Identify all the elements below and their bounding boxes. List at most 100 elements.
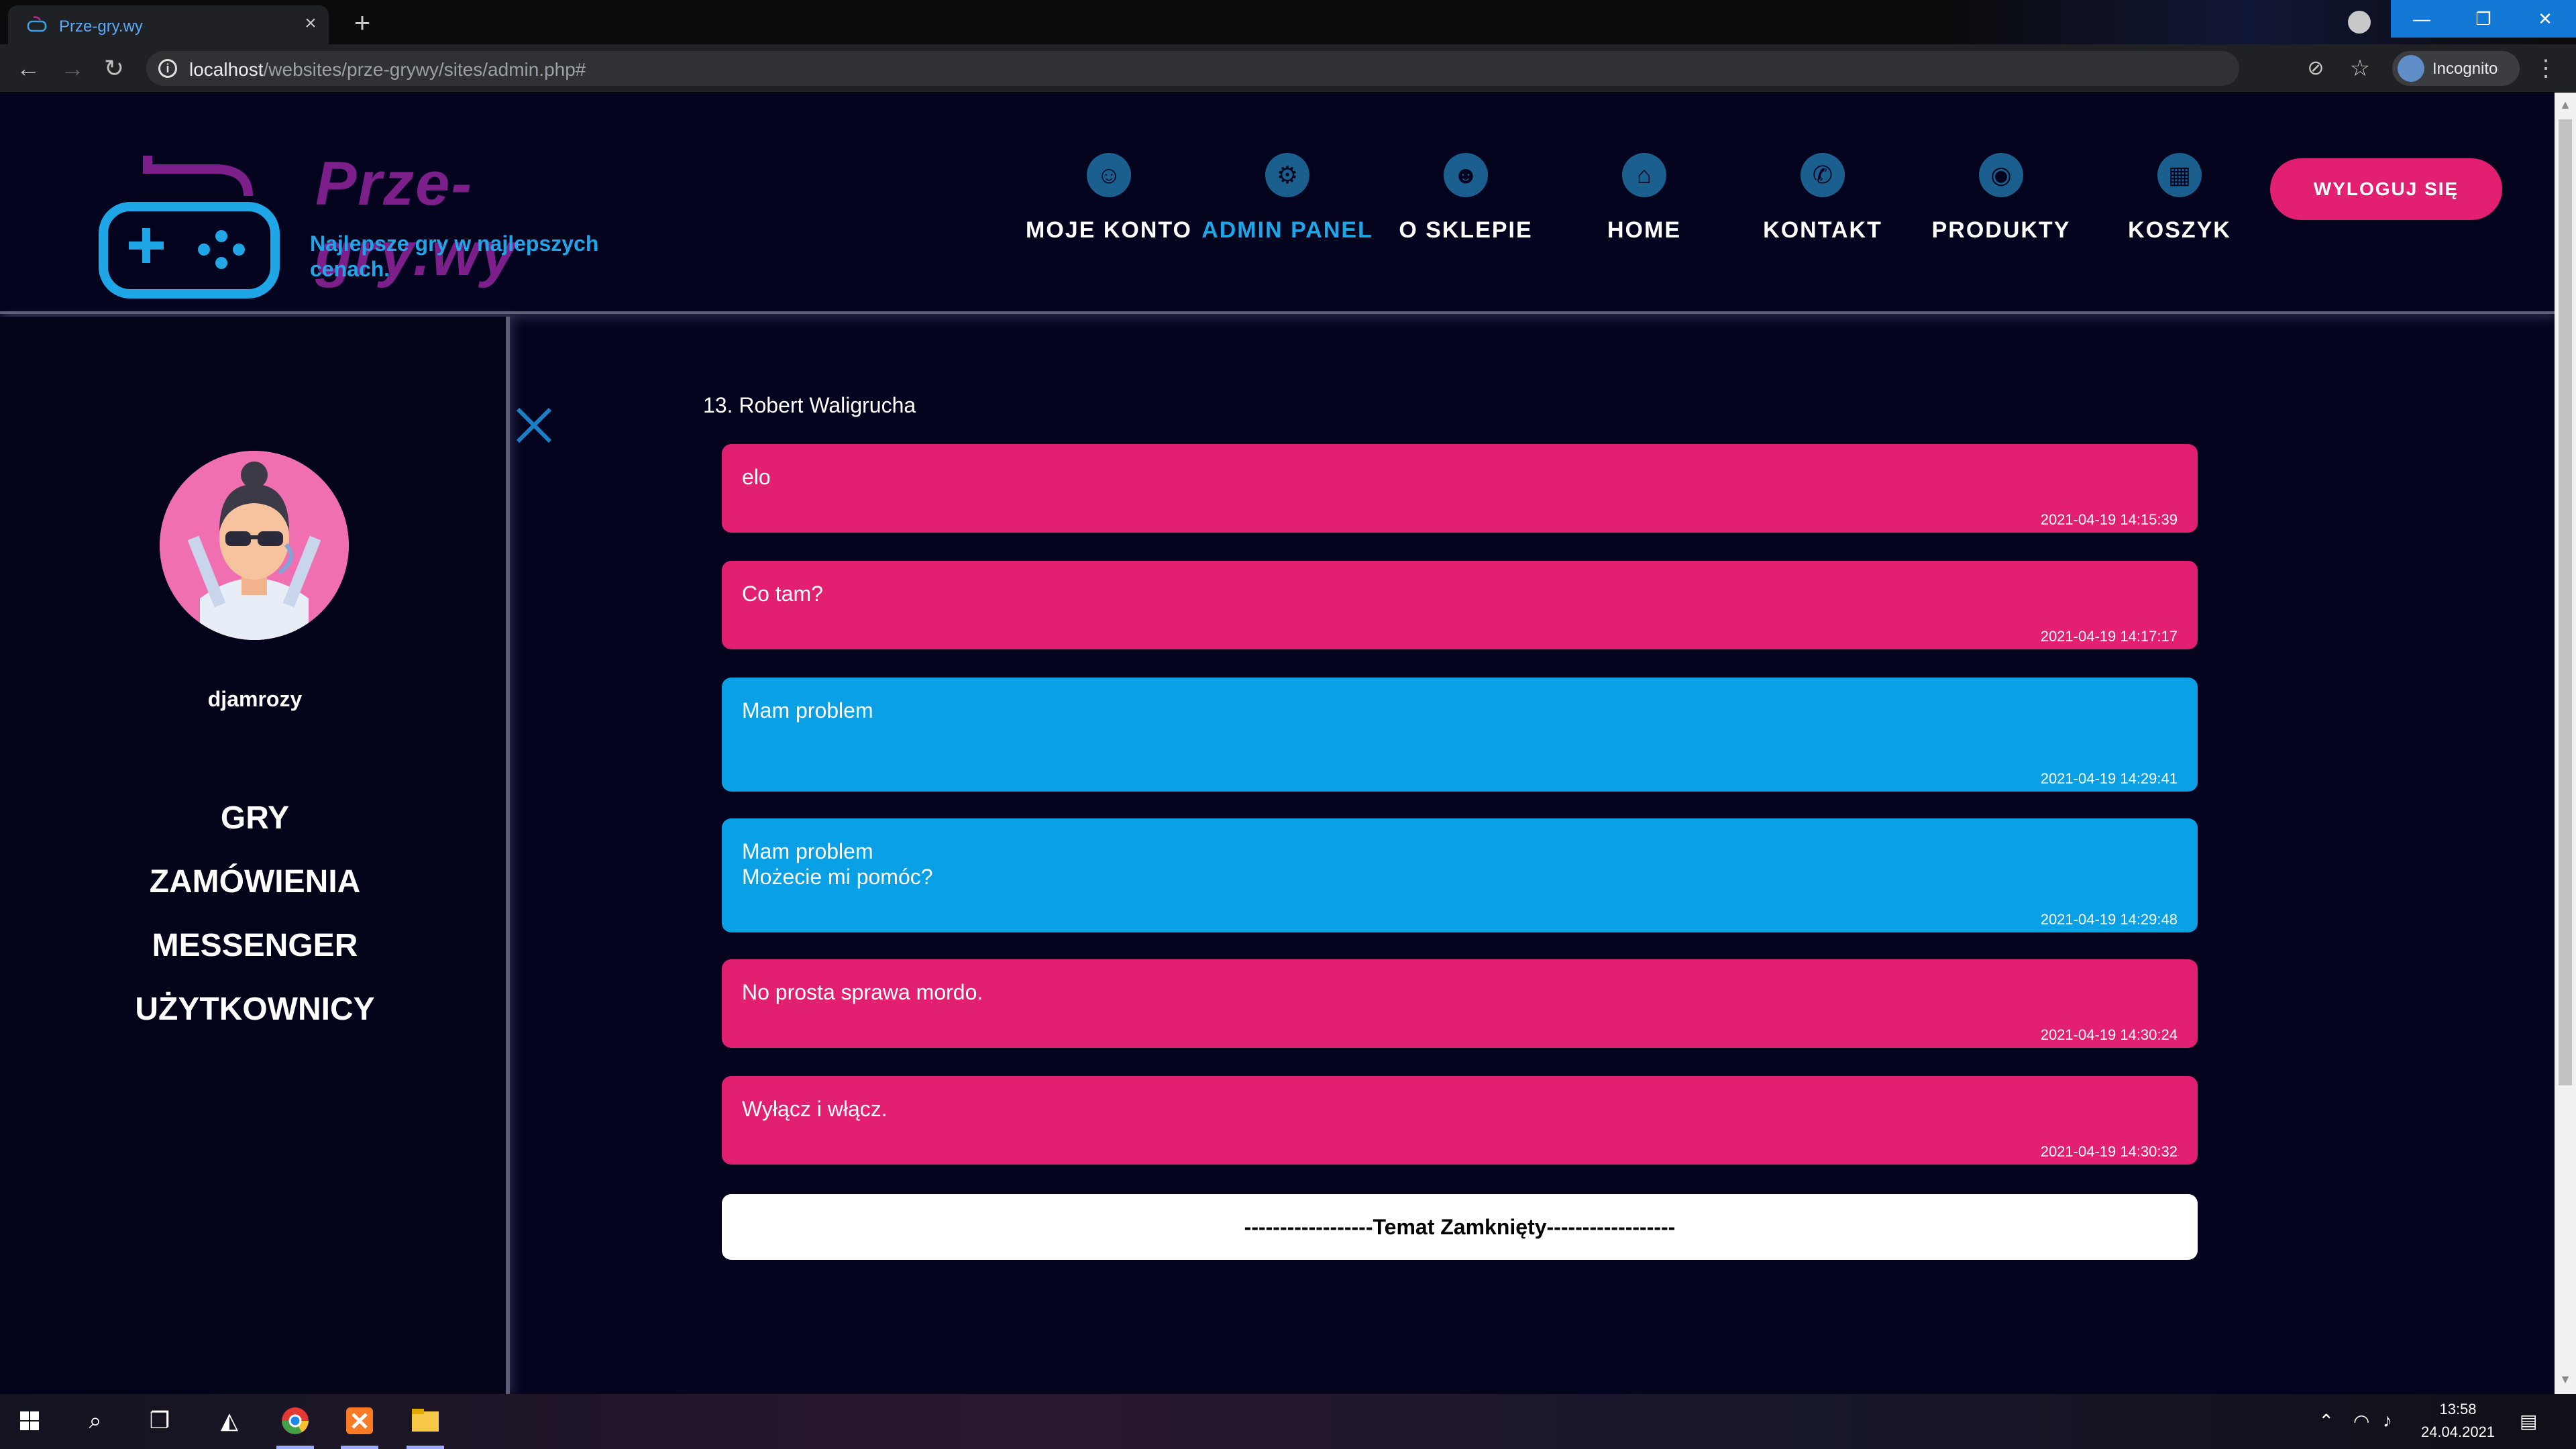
nav-label: HOME (1607, 217, 1681, 243)
admin-wrench-icon: ⚙ (1265, 153, 1309, 197)
explorer-active-indicator (407, 1446, 444, 1449)
nav-item-produkty[interactable]: ◉ PRODUKTY (1912, 153, 2090, 287)
message-timestamp: 2021-04-19 14:29:48 (2040, 911, 2178, 928)
gamepad-favicon-icon (27, 16, 47, 32)
clock-time[interactable]: 13:58 (2418, 1401, 2498, 1418)
chat-message: Mam problem Możecie mi pomóc? 2021-04-19… (722, 818, 2198, 932)
chrome-icon[interactable] (276, 1402, 314, 1440)
browser-address-bar: ← → ↻ i localhost/websites/prze-grywy/si… (0, 44, 2576, 93)
nav-item-admin-panel[interactable]: ⚙ ADMIN PANEL (1198, 153, 1377, 287)
admin-sidebar: djamrozy GRY ZAMÓWIENIA MESSENGER UŻYTKO… (0, 317, 510, 1394)
back-arrow-icon[interactable]: ← (15, 55, 42, 82)
message-timestamp: 2021-04-19 14:17:17 (2040, 628, 2178, 645)
incognito-icon (2398, 55, 2424, 82)
forward-arrow-icon[interactable]: → (59, 55, 86, 82)
message-text: Mam problem (742, 698, 873, 722)
url-host: localhost (189, 59, 264, 80)
site-logo[interactable]: Prze-gry.wy Najlepsze gry w najlepszych … (94, 115, 617, 310)
window-minimize-button[interactable]: — (2391, 0, 2453, 38)
message-text: Co tam? (742, 582, 823, 606)
url-path: /websites/prze-grywy/sites/admin.php# (263, 59, 586, 80)
incognito-label: Incognito (2432, 60, 2498, 78)
phone-icon: ✆ (1801, 153, 1845, 197)
chat-message: No prosta sprawa mordo. 2021-04-19 14:30… (722, 959, 2198, 1048)
chat-message: Wyłącz i włącz. 2021-04-19 14:30:32 (722, 1076, 2198, 1165)
scroll-down-icon[interactable]: ▼ (2555, 1373, 2576, 1389)
site-header: Prze-gry.wy Najlepsze gry w najlepszych … (0, 93, 2555, 314)
xampp-active-indicator (341, 1446, 378, 1449)
gamepad-logo-icon (99, 156, 280, 299)
tab-close-icon[interactable]: × (301, 13, 321, 34)
chat-title: 13. Robert Waligrucha (703, 393, 916, 417)
logo-tagline: Najlepsze gry w najlepszych cenach. (310, 231, 599, 281)
nav-label: MOJE KONTO (1026, 217, 1192, 243)
message-timestamp: 2021-04-19 14:30:24 (2040, 1026, 2178, 1043)
sidebar-item-uzytkownicy[interactable]: UŻYTKOWNICY (0, 977, 510, 1041)
sidebar-menu: GRY ZAMÓWIENIA MESSENGER UŻYTKOWNICY (0, 786, 510, 1041)
message-timestamp: 2021-04-19 14:15:39 (2040, 511, 2178, 528)
nav-item-home[interactable]: ⌂ HOME (1555, 153, 1733, 287)
web-page: Prze-gry.wy Najlepsze gry w najlepszych … (0, 93, 2555, 1394)
file-explorer-icon[interactable] (407, 1402, 444, 1440)
bookmark-star-icon[interactable]: ☆ (2347, 55, 2373, 82)
message-text: Mam problem Możecie mi pomóc? (742, 839, 933, 889)
chat-message: Mam problem 2021-04-19 14:29:41 (722, 678, 2198, 792)
nav-label: ADMIN PANEL (1201, 217, 1373, 243)
nav-item-moje-konto[interactable]: ☺ MOJE KONTO (1020, 153, 1198, 287)
new-tab-icon[interactable]: + (349, 9, 376, 37)
eye-off-icon[interactable]: ⊘ (2302, 55, 2329, 82)
browser-tab[interactable]: Prze-gry.wy × (8, 5, 329, 44)
nav-label: PRODUKTY (1931, 217, 2071, 243)
windows-start-icon[interactable] (11, 1402, 48, 1440)
scroll-thumb[interactable] (2559, 119, 2572, 1085)
home-icon: ⌂ (1622, 153, 1666, 197)
avatar-illustration-icon (160, 451, 349, 640)
tab-search-icon[interactable] (2348, 11, 2371, 34)
info-icon[interactable]: i (158, 59, 177, 78)
wifi-icon[interactable]: ◠ (2353, 1410, 2369, 1432)
main-navigation: ☺ MOJE KONTO ⚙ ADMIN PANEL ☻ O SKLEPIE ⌂… (1020, 153, 2247, 287)
search-icon[interactable]: ⌕ (76, 1402, 114, 1440)
incognito-badge[interactable]: Incognito (2392, 51, 2520, 86)
browser-tab-bar: Prze-gry.wy × + — ❐ ✕ (0, 0, 2576, 44)
tab-title: Prze-gry.wy (59, 17, 143, 36)
window-close-button[interactable]: ✕ (2514, 0, 2576, 38)
nav-item-koszyk[interactable]: ▦ KOSZYK (2090, 153, 2269, 287)
nav-label: KONTAKT (1763, 217, 1882, 243)
app-icon[interactable]: ◭ (211, 1402, 248, 1440)
scroll-up-icon[interactable]: ▲ (2555, 98, 2576, 114)
xampp-icon[interactable] (341, 1402, 378, 1440)
topic-closed-banner: ------------------Temat Zamknięty-------… (722, 1194, 2198, 1260)
avatar (160, 451, 349, 640)
windows-taskbar: ⌕ ❐ ◭ ⌃ ◠ ♪ 13:58 24.04.2021 ▤ (0, 1394, 2576, 1449)
nav-item-o-sklepie[interactable]: ☻ O SKLEPIE (1377, 153, 1555, 287)
close-icon[interactable] (514, 405, 554, 445)
browser-menu-icon[interactable]: ⋮ (2534, 55, 2557, 82)
message-text: elo (742, 465, 771, 489)
sidebar-item-messenger[interactable]: MESSENGER (0, 914, 510, 977)
cart-icon: ▦ (2157, 153, 2202, 197)
nav-item-kontakt[interactable]: ✆ KONTAKT (1733, 153, 1912, 287)
sidebar-item-zamowienia[interactable]: ZAMÓWIENIA (0, 850, 510, 914)
volume-icon[interactable]: ♪ (2383, 1410, 2392, 1432)
message-text: No prosta sprawa mordo. (742, 980, 983, 1004)
user-glasses-icon: ☺ (1087, 153, 1131, 197)
nav-label: O SKLEPIE (1399, 217, 1533, 243)
logout-button[interactable]: WYLOGUJ SIĘ (2270, 158, 2502, 220)
window-restore-button[interactable]: ❐ (2453, 0, 2514, 38)
reload-icon[interactable]: ↻ (101, 55, 127, 82)
username: djamrozy (207, 687, 303, 711)
page-scrollbar[interactable]: ▲ ▼ (2555, 93, 2576, 1394)
url-input[interactable]: i localhost/websites/prze-grywy/sites/ad… (146, 51, 2239, 86)
task-view-icon[interactable]: ❐ (141, 1402, 178, 1440)
tray-expand-icon[interactable]: ⌃ (2318, 1410, 2334, 1432)
url-text: localhost/websites/prze-grywy/sites/admi… (189, 59, 586, 80)
notifications-icon[interactable]: ▤ (2520, 1410, 2537, 1432)
chat-message: Co tam? 2021-04-19 14:17:17 (722, 561, 2198, 649)
chrome-active-indicator (276, 1446, 314, 1449)
message-timestamp: 2021-04-19 14:29:41 (2040, 770, 2178, 787)
sidebar-item-gry[interactable]: GRY (0, 786, 510, 850)
chat-message: elo 2021-04-19 14:15:39 (722, 444, 2198, 533)
people-icon: ☻ (1444, 153, 1488, 197)
clock-date[interactable]: 24.04.2021 (2412, 1424, 2504, 1441)
